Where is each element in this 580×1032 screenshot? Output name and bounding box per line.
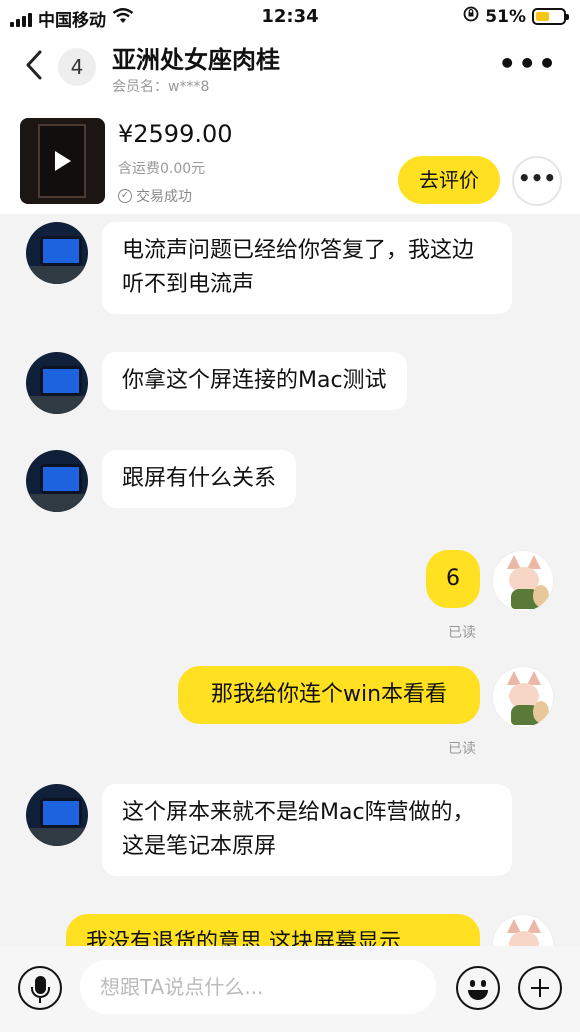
seller-avatar[interactable] <box>26 450 88 512</box>
back-chevron-icon[interactable] <box>24 48 44 82</box>
seller-avatar[interactable] <box>26 784 88 846</box>
message-bubble[interactable]: 你拿这个屏连接的Mac测试 <box>102 352 407 410</box>
product-card[interactable]: ¥2599.00 含运费0.00元 ✓ 交易成功 去评价 ••• <box>0 100 580 214</box>
orientation-lock-icon <box>463 6 479 27</box>
microphone-icon[interactable] <box>18 966 62 1010</box>
message-bubble[interactable]: 6 <box>426 550 480 608</box>
battery-fill <box>536 12 550 21</box>
my-avatar[interactable] <box>492 666 554 728</box>
order-status: ✓ 交易成功 <box>118 186 192 206</box>
battery-group: 51% <box>463 6 569 27</box>
message-list[interactable]: 电流声问题已经给你答复了，我这边听不到电流声 你拿这个屏连接的Mac测试 跟屏有… <box>0 214 580 946</box>
input-bar <box>0 946 580 1032</box>
message-bubble[interactable]: 我没有退货的意思 这块屏幕显示 <box>66 914 480 946</box>
battery-percent: 51% <box>485 6 526 27</box>
message-bubble[interactable]: 跟屏有什么关系 <box>102 450 297 508</box>
product-price: ¥2599.00 <box>118 120 233 148</box>
check-circle-icon: ✓ <box>118 189 132 203</box>
my-avatar[interactable] <box>492 914 554 946</box>
message-input[interactable] <box>80 960 436 1014</box>
emoji-icon[interactable] <box>456 966 500 1010</box>
message-bubble[interactable]: 电流声问题已经给你答复了，我这边听不到电流声 <box>102 222 512 314</box>
seller-avatar[interactable] <box>26 352 88 414</box>
product-more-button[interactable]: ••• <box>512 156 562 206</box>
plus-icon[interactable] <box>518 966 562 1010</box>
read-receipt: 已读 <box>448 625 476 641</box>
unread-count-badge[interactable]: 4 <box>58 48 96 86</box>
shipping-fee: 含运费0.00元 <box>118 161 206 177</box>
message-bubble[interactable]: 那我给你连个win本看看 <box>178 666 480 724</box>
seller-avatar[interactable] <box>26 222 88 284</box>
battery-icon <box>532 8 569 25</box>
order-status-text: 交易成功 <box>136 189 192 205</box>
product-video-thumbnail[interactable] <box>20 118 105 204</box>
contact-name: 亚洲处女座肉桂 <box>112 46 280 74</box>
chat-header: 4 亚洲处女座肉桂 会员名：w***8 ••• <box>0 34 580 100</box>
review-button[interactable]: 去评价 <box>398 156 500 204</box>
message-bubble[interactable]: 这个屏本来就不是给Mac阵营做的，这是笔记本原屏 <box>102 784 512 876</box>
read-receipt: 已读 <box>448 741 476 757</box>
member-name: 会员名：w***8 <box>112 79 210 95</box>
more-options-icon[interactable]: ••• <box>498 50 558 78</box>
my-avatar[interactable] <box>492 550 554 612</box>
play-icon <box>55 151 71 171</box>
status-bar: 中国移动 12:34 51% <box>0 0 580 34</box>
